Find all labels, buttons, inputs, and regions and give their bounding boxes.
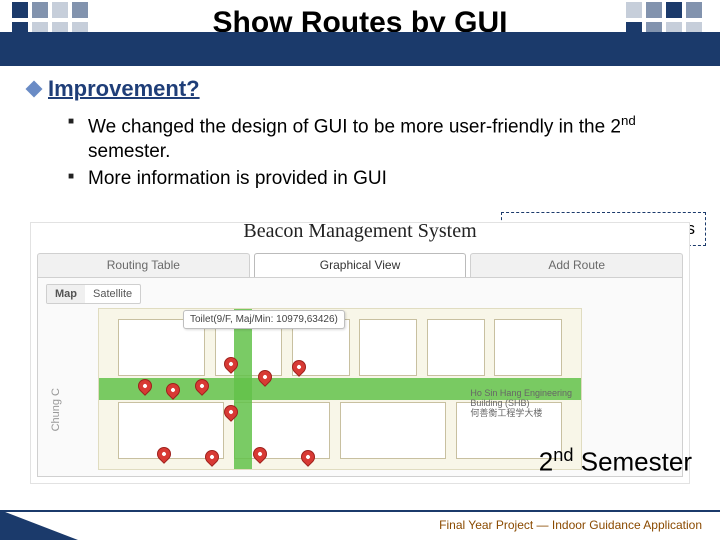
bullet-item: We changed the design of GUI to be more … (68, 112, 700, 165)
bullet-list: We changed the design of GUI to be more … (68, 112, 700, 191)
bullet-item: More information is provided in GUI (68, 167, 700, 192)
route-path-vertical (234, 309, 252, 469)
diamond-bullet-icon (26, 81, 43, 98)
footer-bar: Final Year Project — Indoor Guidance App… (0, 510, 720, 540)
tab-routing-table[interactable]: Routing Table (37, 253, 250, 277)
map-type-toggle[interactable]: Map Satellite (46, 284, 141, 304)
gui-app-title: Beacon Management System (31, 220, 689, 243)
tab-row: Routing Table Graphical View Add Route (37, 253, 683, 277)
section-heading: Improvement? (28, 76, 700, 102)
map-toggle-satellite[interactable]: Satellite (85, 285, 140, 303)
map-side-label: Chung C (50, 388, 62, 431)
semester-label: 2nd Semester (539, 445, 692, 478)
tab-add-route[interactable]: Add Route (470, 253, 683, 277)
footer-accent-icon (0, 510, 78, 540)
tab-graphical-view[interactable]: Graphical View (254, 253, 467, 277)
title-band (0, 32, 720, 66)
building-label: Ho Sin Hang EngineeringBuilding (SHB)何善衡… (470, 389, 572, 419)
map-toggle-map[interactable]: Map (47, 285, 85, 303)
map-info-bubble[interactable]: Toilet(9/F, Maj/Min: 10979,63426) (183, 310, 345, 329)
footer-text: Final Year Project — Indoor Guidance App… (439, 518, 702, 532)
